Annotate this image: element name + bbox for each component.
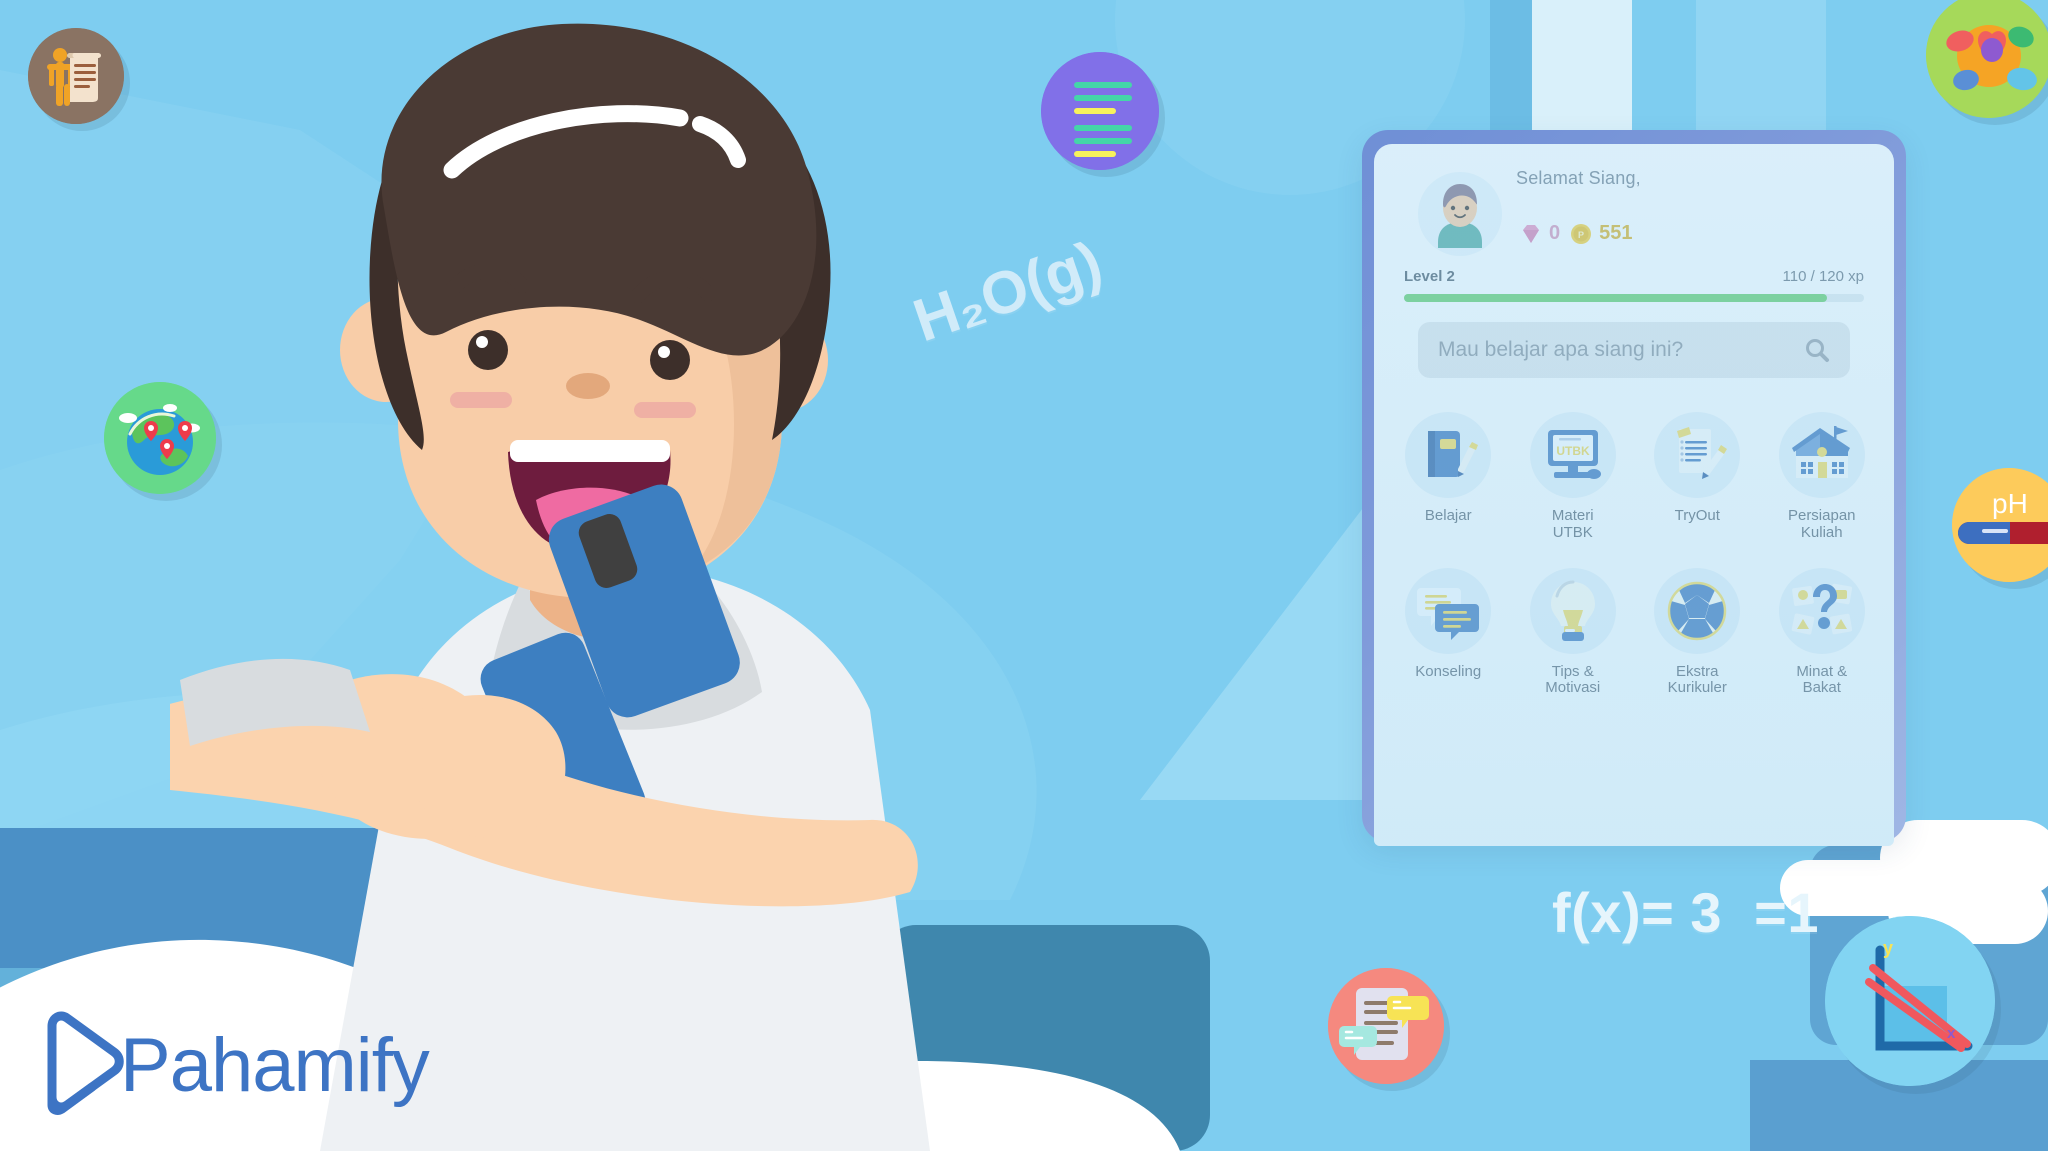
phone-screen: Selamat Siang, 0 P 551 Level 2 110 / 120… [1374, 144, 1894, 846]
svg-text:UTBK: UTBK [1556, 444, 1590, 458]
xp-progress-track [1404, 294, 1864, 302]
menu-tile-tryout[interactable]: TryOut [1635, 412, 1760, 542]
svg-text:y: y [1883, 938, 1893, 958]
menu-tile-persiapan-kuliah[interactable]: Persiapan Kuliah [1760, 412, 1885, 542]
menu-tile-materi-utbk[interactable]: UTBK Materi UTBK [1511, 412, 1636, 542]
paper-pencil-icon [1654, 412, 1741, 498]
human-body-scroll-icon [28, 28, 124, 124]
brand-name: Pahamify [120, 1023, 430, 1108]
brand-logo[interactable]: Pahamify [40, 1010, 430, 1122]
question-cards-icon [1778, 567, 1865, 654]
globe-pins-icon [104, 382, 216, 494]
axis-graph-icon: y x [1825, 916, 1995, 1086]
level-label: Level 2 [1404, 268, 1455, 285]
chat-bubbles-icon [1405, 567, 1492, 654]
menu-tile-belajar[interactable]: Belajar [1386, 412, 1511, 542]
menu-tile-label: Konseling [1415, 662, 1482, 680]
menu-tile-label: Persiapan Kuliah [1787, 507, 1856, 541]
illustration-canvas: H₂O(g) f(x)= 3 =1 pH y x Selamat Siang, … [0, 0, 2048, 1151]
phone-mockup: Selamat Siang, 0 P 551 Level 2 110 / 120… [1362, 130, 1906, 846]
menu-tile-label: Materi UTBK [1551, 507, 1594, 541]
menu-tile-konseling[interactable]: Konseling [1386, 567, 1511, 698]
menu-tile-label: Ekstra Kurikuler [1667, 662, 1727, 697]
math-formula-text: f(x)= 3 =1 [1552, 881, 1819, 944]
lightbulb-icon [1529, 567, 1616, 654]
menu-tile-minat---bakat[interactable]: Minat & Bakat [1760, 567, 1885, 698]
greeting-text: Selamat Siang, [1516, 168, 1641, 188]
language-notes-badge[interactable] [1041, 52, 1159, 170]
menu-tile-label: Minat & Bakat [1796, 662, 1848, 697]
user-avatar[interactable] [1428, 180, 1492, 248]
gem-icon [1523, 224, 1539, 243]
student-character [170, 23, 930, 1151]
level-row: Level 2 110 / 120 xp [1404, 268, 1864, 285]
soccer-ball-icon [1654, 567, 1741, 654]
school-flag-icon [1778, 412, 1865, 498]
stats-row: 0 P 551 [1520, 222, 1633, 245]
monitor-utbk-icon: UTBK [1529, 412, 1616, 498]
search-input[interactable]: Mau belajar apa siang ini? [1418, 322, 1850, 378]
cells-icon [1926, 0, 2048, 118]
svg-text:P: P [1578, 230, 1584, 240]
coin-value: 551 [1599, 222, 1633, 244]
geography-globe-badge[interactable] [104, 382, 216, 494]
menu-tile-label: Belajar [1424, 507, 1472, 524]
document-chat-icon [1328, 968, 1444, 1084]
svg-text:x: x [1947, 1025, 1956, 1042]
literature-essay-badge[interactable] [1328, 968, 1444, 1084]
menu-grid: Belajar UTBK Materi UTBK TryOut Persiapa… [1386, 412, 1884, 697]
coin-stat[interactable]: P 551 [1570, 222, 1633, 245]
xp-label: 110 / 120 xp [1782, 268, 1864, 285]
biology-cells-badge[interactable] [1926, 0, 2048, 118]
search-placeholder: Mau belajar apa siang ini? [1438, 338, 1684, 361]
gem-value: 0 [1549, 222, 1561, 244]
svg-text:pH: pH [1992, 488, 2028, 519]
biology-anatomy-badge[interactable] [28, 28, 124, 124]
menu-tile-ekstra-kurikuler[interactable]: Ekstra Kurikuler [1635, 567, 1760, 698]
xp-progress-fill [1404, 294, 1828, 302]
text-lines-icon [1041, 52, 1159, 170]
menu-tile-tips---motivasi[interactable]: Tips & Motivasi [1511, 567, 1636, 698]
play-triangle-icon [47, 1011, 124, 1115]
notebook-pen-icon [1405, 412, 1492, 498]
math-graph-badge[interactable]: y x [1825, 916, 1995, 1086]
search-icon[interactable] [1804, 337, 1830, 363]
menu-tile-label: TryOut [1674, 507, 1720, 524]
coin-icon: P [1571, 223, 1592, 244]
gem-stat[interactable]: 0 [1520, 222, 1560, 245]
menu-tile-label: Tips & Motivasi [1545, 662, 1601, 697]
